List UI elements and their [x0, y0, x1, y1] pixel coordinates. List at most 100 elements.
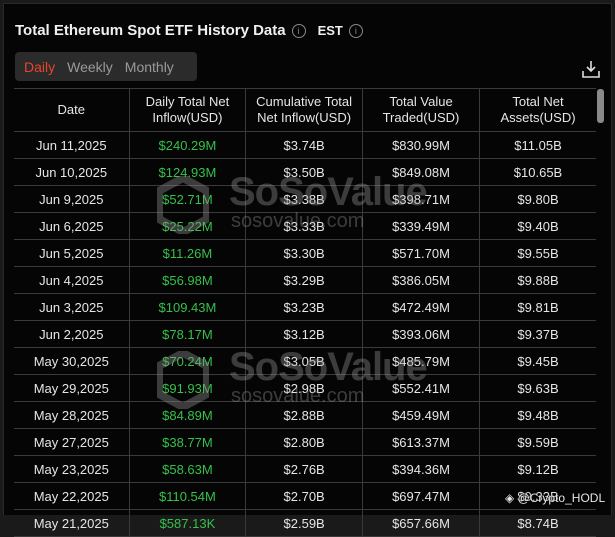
value-traded-cell: $398.71M [361, 185, 481, 213]
panel-title: Total Ethereum Spot ETF History Data i E… [15, 22, 363, 39]
table-row[interactable]: Jun 3,2025 $109.43M $3.23B $472.49M $9.81B [14, 293, 596, 321]
cumulative-inflow-cell: $2.76B [245, 455, 363, 483]
net-assets-cell: $9.80B [479, 185, 596, 213]
value-traded-cell: $394.36M [361, 455, 481, 483]
credit-text: @Crypto_HODL [517, 491, 606, 505]
date-cell: Jun 3,2025 [14, 293, 130, 321]
column-header: Date [14, 88, 130, 132]
table-row[interactable]: Jun 6,2025 $25.22M $3.33B $339.49M $9.40B [14, 212, 596, 240]
etf-history-panel: Total Ethereum Spot ETF History Data i E… [3, 3, 612, 537]
date-cell: Jun 2,2025 [14, 320, 130, 348]
cumulative-inflow-cell: $2.98B [245, 374, 363, 402]
date-cell: Jun 10,2025 [14, 158, 130, 186]
daily-inflow-cell: $38.77M [128, 428, 247, 456]
date-cell: May 30,2025 [14, 347, 130, 375]
credit-label: ◈ @Crypto_HODL [505, 491, 605, 505]
net-assets-cell: $9.12B [479, 455, 596, 483]
table-row[interactable]: May 27,2025 $38.77M $2.80B $613.37M $9.59B [14, 428, 596, 456]
date-cell: Jun 6,2025 [14, 212, 130, 240]
net-assets-cell: $9.45B [479, 347, 596, 375]
value-traded-cell: $571.70M [361, 239, 481, 267]
table-row[interactable]: Jun 10,2025 $124.93M $3.50B $849.08M $10.65B [14, 158, 596, 186]
value-traded-cell: $472.49M [361, 293, 481, 321]
column-header: Total Value Traded(USD) [361, 88, 481, 132]
date-cell: May 23,2025 [14, 455, 130, 483]
history-table: Date Daily Total Net Inflow(USD) Cumulativ… [14, 88, 596, 537]
value-traded-cell: $830.99M [361, 131, 481, 159]
cumulative-inflow-cell: $2.88B [245, 401, 363, 429]
scrollbar[interactable] [597, 89, 604, 123]
table-row[interactable]: May 23,2025 $58.63M $2.76B $394.36M $9.12B [14, 455, 596, 483]
info-icon[interactable]: i [291, 23, 306, 38]
download-icon[interactable] [582, 60, 600, 78]
table-row[interactable]: May 30,2025 $70.24M $3.05B $485.79M $9.45B [14, 347, 596, 375]
cumulative-inflow-cell: $3.30B [245, 239, 363, 267]
timezone-info-icon[interactable]: i [348, 23, 363, 38]
table-row[interactable]: Jun 4,2025 $56.98M $3.29B $386.05M $9.88B [14, 266, 596, 294]
daily-inflow-cell: $84.89M [128, 401, 247, 429]
net-assets-cell: $9.88B [479, 266, 596, 294]
column-header: Cumulative Total Net Inflow(USD) [245, 88, 363, 132]
daily-inflow-cell: $25.22M [128, 212, 247, 240]
daily-inflow-cell: $52.71M [128, 185, 247, 213]
value-traded-cell: $552.41M [361, 374, 481, 402]
daily-inflow-cell: $11.26M [128, 239, 247, 267]
binance-icon: ◈ [505, 491, 515, 505]
value-traded-cell: $386.05M [361, 266, 481, 294]
daily-inflow-cell: $70.24M [128, 347, 247, 375]
table-row[interactable]: May 29,2025 $91.93M $2.98B $552.41M $9.63B [14, 374, 596, 402]
table-header: Date Daily Total Net Inflow(USD) Cumulativ… [14, 88, 596, 132]
column-header: Daily Total Net Inflow(USD) [128, 88, 247, 132]
cumulative-inflow-cell: $2.80B [245, 428, 363, 456]
cumulative-inflow-cell: $2.70B [245, 482, 363, 510]
daily-inflow-cell: $56.98M [128, 266, 247, 294]
column-header: Total Net Assets(USD) [479, 88, 596, 132]
table-row[interactable]: May 28,2025 $84.89M $2.88B $459.49M $9.48B [14, 401, 596, 429]
net-assets-cell: $10.65B [479, 158, 596, 186]
value-traded-cell: $485.79M [361, 347, 481, 375]
value-traded-cell: $613.37M [361, 428, 481, 456]
date-cell: Jun 4,2025 [14, 266, 130, 294]
cumulative-inflow-cell: $3.29B [245, 266, 363, 294]
cumulative-inflow-cell: $3.74B [245, 131, 363, 159]
net-assets-cell: $9.48B [479, 401, 596, 429]
value-traded-cell: $849.08M [361, 158, 481, 186]
date-cell: May 28,2025 [14, 401, 130, 429]
cumulative-inflow-cell: $3.33B [245, 212, 363, 240]
daily-inflow-cell: $109.43M [128, 293, 247, 321]
daily-inflow-cell: $240.29M [128, 131, 247, 159]
daily-inflow-cell: $91.93M [128, 374, 247, 402]
tab-daily[interactable]: Daily [18, 59, 61, 75]
cumulative-inflow-cell: $3.05B [245, 347, 363, 375]
value-traded-cell: $393.06M [361, 320, 481, 348]
net-assets-cell: $9.40B [479, 212, 596, 240]
table-row[interactable]: Jun 11,2025 $240.29M $3.74B $830.99M $11.05B [14, 131, 596, 159]
daily-inflow-cell: $58.63M [128, 455, 247, 483]
date-cell: Jun 5,2025 [14, 239, 130, 267]
table-row[interactable]: Jun 5,2025 $11.26M $3.30B $571.70M $9.55B [14, 239, 596, 267]
value-traded-cell: $697.47M [361, 482, 481, 510]
cumulative-inflow-cell: $3.38B [245, 185, 363, 213]
date-cell: May 27,2025 [14, 428, 130, 456]
period-tabs: Daily Weekly Monthly [15, 52, 197, 81]
date-cell: Jun 11,2025 [14, 131, 130, 159]
table-row[interactable]: Jun 2,2025 $78.17M $3.12B $393.06M $9.37B [14, 320, 596, 348]
daily-inflow-cell: $110.54M [128, 482, 247, 510]
net-assets-cell: $9.63B [479, 374, 596, 402]
tab-monthly[interactable]: Monthly [119, 59, 180, 75]
cumulative-inflow-cell: $3.50B [245, 158, 363, 186]
date-cell: May 22,2025 [14, 482, 130, 510]
value-traded-cell: $459.49M [361, 401, 481, 429]
date-cell: Jun 9,2025 [14, 185, 130, 213]
cumulative-inflow-cell: $3.12B [245, 320, 363, 348]
tab-weekly[interactable]: Weekly [61, 59, 119, 75]
daily-inflow-cell: $78.17M [128, 320, 247, 348]
cumulative-inflow-cell: $3.23B [245, 293, 363, 321]
net-assets-cell: $9.37B [479, 320, 596, 348]
net-assets-cell: $9.55B [479, 239, 596, 267]
net-assets-cell: $9.59B [479, 428, 596, 456]
title-text: Total Ethereum Spot ETF History Data [15, 22, 286, 39]
value-traded-cell: $339.49M [361, 212, 481, 240]
net-assets-cell: $9.81B [479, 293, 596, 321]
table-row[interactable]: Jun 9,2025 $52.71M $3.38B $398.71M $9.80B [14, 185, 596, 213]
